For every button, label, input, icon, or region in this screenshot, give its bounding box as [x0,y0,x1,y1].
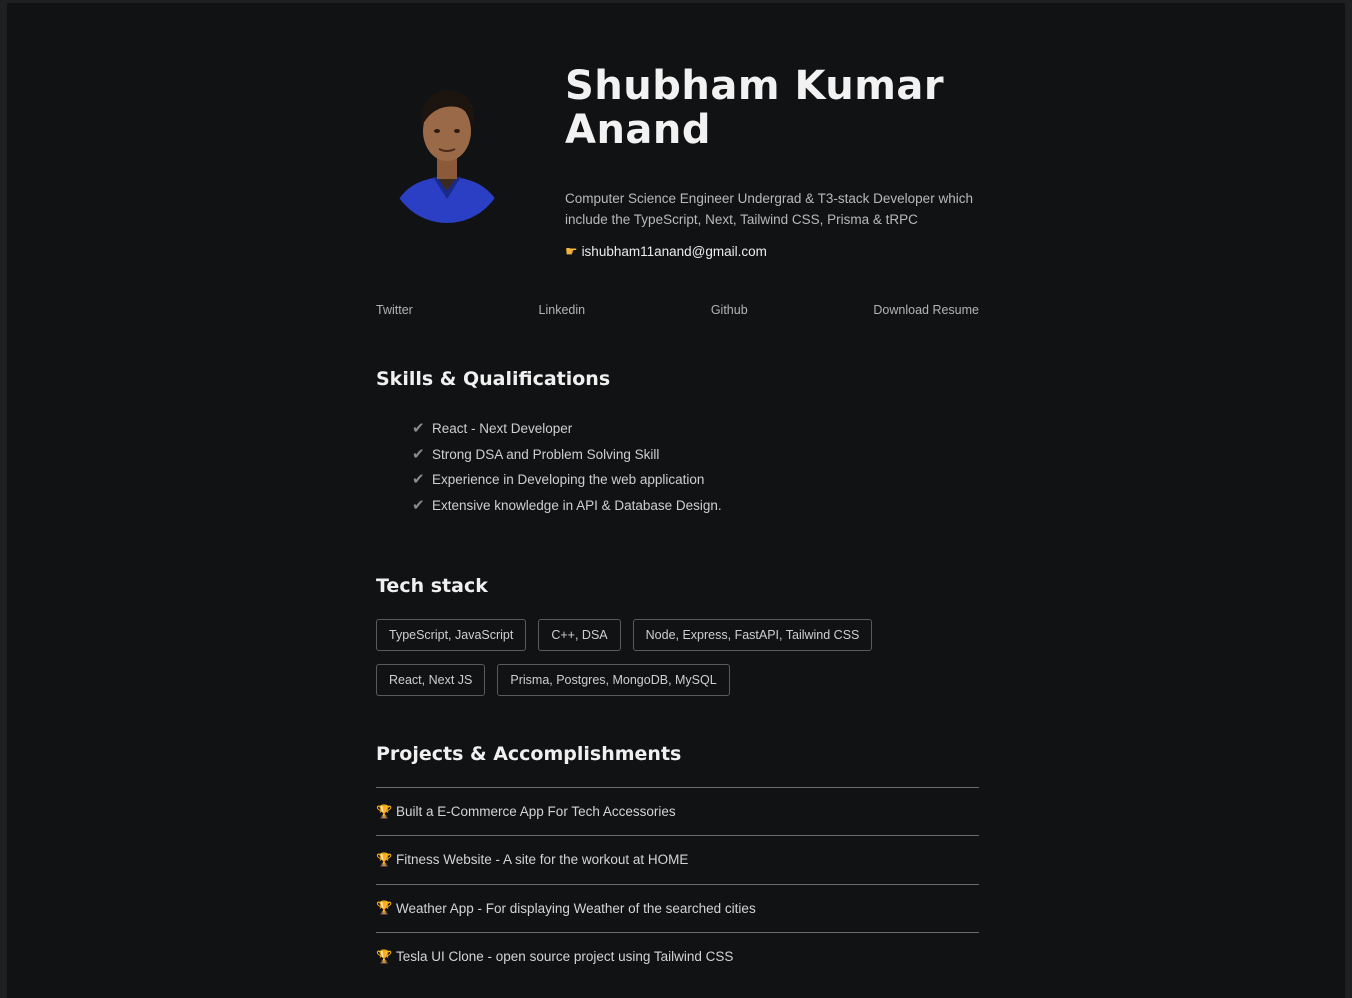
pointing-hand-icon: ☛ [565,243,578,259]
skill-item: ✔ React - Next Developer [412,416,722,442]
tech-tag[interactable]: React, Next JS [376,664,486,696]
checkmark-icon: ✔ [412,420,425,437]
email-row[interactable]: ☛ ishubham11anand@gmail.com [565,243,767,260]
skill-label: Experience in Developing the web applica… [432,472,705,487]
linkedin-link[interactable]: Linkedin [539,303,586,317]
trophy-icon: 🏆 [376,803,393,819]
skill-label: Extensive knowledge in API & Database De… [432,497,722,513]
projects-list: 🏆 Built a E-Commerce App For Tech Accesso… [376,787,979,980]
profile-avatar [390,89,505,223]
skill-item: ✔ Experience in Developing the web applic… [412,467,722,493]
tech-stack-title: Tech stack [376,575,488,597]
github-link[interactable]: Github [711,303,748,317]
project-item[interactable]: 🏆 Fitness Website - A site for the workou… [376,835,979,883]
email-text[interactable]: ishubham11anand@gmail.com [582,244,767,259]
checkmark-icon: ✔ [412,471,425,488]
project-item[interactable]: 🏆 Built a E-Commerce App For Tech Accesso… [376,787,979,835]
checkmark-icon: ✔ [412,445,425,463]
project-item[interactable]: 🏆 Weather App - For displaying Weather of… [376,883,979,932]
download-resume-link[interactable]: Download Resume [873,303,979,317]
skills-title: Skills & Qualifications [376,368,611,390]
trophy-icon: 🏆 [376,851,393,867]
project-label: Built a E-Commerce App For Tech Accessor… [396,804,676,820]
tech-tag[interactable]: Prisma, Postgres, MongoDB, MySQL [497,664,730,696]
tech-stack-tags: TypeScript, JavaScript C++, DSA Node, Ex… [376,619,979,696]
tech-tag[interactable]: Node, Express, FastAPI, Tailwind CSS [632,619,873,651]
social-links: Twitter Linkedin Github Download Resume [376,303,979,317]
trophy-icon: 🏆 [376,900,393,916]
skill-label: Strong DSA and Problem Solving Skill [432,446,660,462]
project-label: Tesla UI Clone - open source project usi… [396,949,734,965]
checkmark-icon: ✔ [412,496,425,514]
tech-tag[interactable]: C++, DSA [538,619,621,651]
profile-name: Shubham Kumar Anand [565,63,945,153]
skills-list: ✔ React - Next Developer ✔ Strong DSA and … [412,416,722,518]
project-label: Fitness Website - A site for the workout… [396,852,689,868]
trophy-icon: 🏆 [376,948,393,964]
project-label: Weather App - For displaying Weather of … [396,900,756,916]
tech-tag[interactable]: TypeScript, JavaScript [376,619,527,651]
profile-bio: Computer Science Engineer Undergrad & T3… [565,191,973,227]
projects-title: Projects & Accomplishments [376,743,682,765]
project-item[interactable]: 🏆 Tesla UI Clone - open source project us… [376,931,979,980]
skill-label: React - Next Developer [432,421,573,436]
skill-item: ✔ Strong DSA and Problem Solving Skill [412,442,722,468]
twitter-link[interactable]: Twitter [376,303,413,317]
skill-item: ✔ Extensive knowledge in API & Database D… [412,493,722,519]
